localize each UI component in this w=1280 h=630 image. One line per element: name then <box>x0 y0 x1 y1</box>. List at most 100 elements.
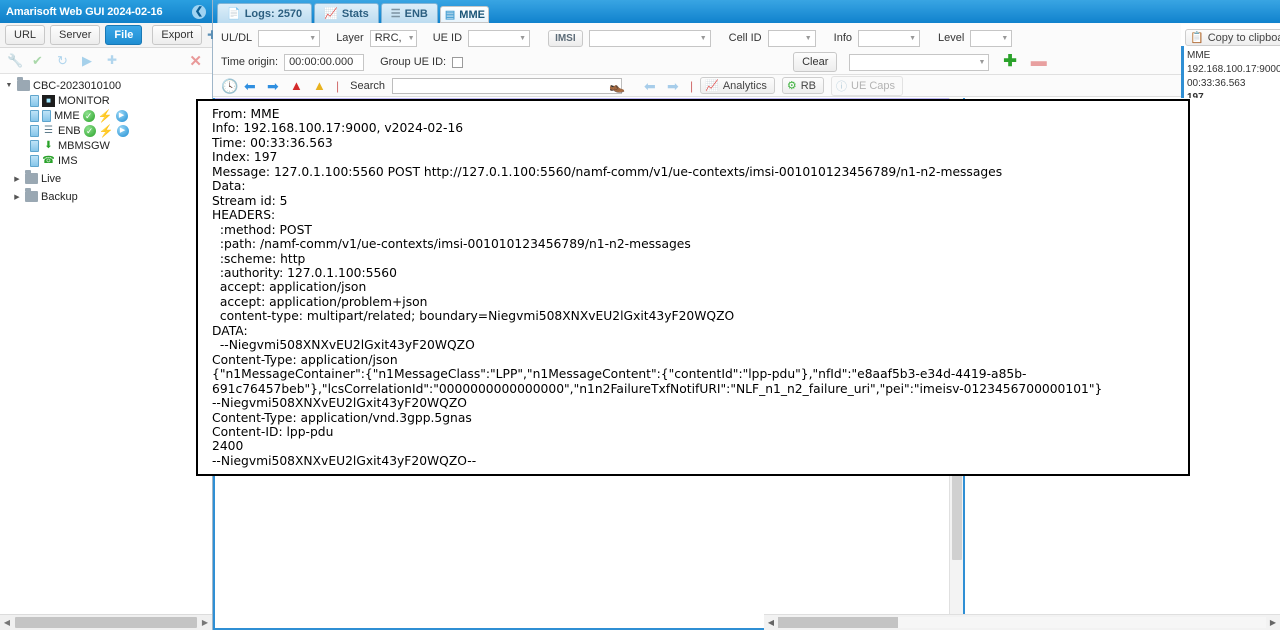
layer-label: Layer <box>336 32 364 44</box>
bar-chart-icon: 📈 <box>324 8 338 20</box>
phone-icon: ☎ <box>42 154 55 166</box>
clear-button[interactable]: Clear <box>793 52 838 72</box>
uldl-select[interactable]: ▼ <box>258 29 321 47</box>
bar-chart-icon: 📈 <box>705 80 719 92</box>
tab-bar: 📄 Logs: 2570 📈 Stats ☰ ENB ▤ MME <box>213 0 1280 23</box>
server-button[interactable]: Server <box>50 25 101 45</box>
ueid-select[interactable]: ▼ <box>468 29 531 47</box>
chevron-down-icon: ▼ <box>1001 34 1009 42</box>
copy-to-clipboard-button[interactable]: 📋 Copy to clipboard <box>1185 29 1280 46</box>
binoculars-icon[interactable]: 👞 <box>609 78 625 94</box>
puzzle-icon: ⚙ <box>786 80 797 92</box>
analytics-button[interactable]: 📈 Analytics <box>700 77 775 94</box>
preset-select[interactable]: ▼ <box>849 53 990 71</box>
scrollbar-track[interactable] <box>898 617 1266 628</box>
arrow-left-icon[interactable]: ⬅ <box>244 78 260 94</box>
tree-item-backup[interactable]: ▶ Backup <box>4 188 212 204</box>
scroll-right-icon[interactable]: ▶ <box>1266 618 1280 627</box>
status-play-icon[interactable]: ▶ <box>115 109 128 122</box>
status-ok-icon: ✓ <box>82 109 95 122</box>
tree-label: Backup <box>41 190 78 203</box>
scroll-left-icon[interactable]: ◀ <box>0 618 14 627</box>
add-preset-icon[interactable]: ✚ <box>1003 54 1016 70</box>
play-circle-icon[interactable]: ▶ <box>82 53 97 68</box>
arrow-right-icon[interactable]: ➡ <box>267 78 283 94</box>
info-label: Info <box>833 32 852 44</box>
tree-label: MBMSGW <box>58 139 110 152</box>
group-ueid-checkbox[interactable] <box>452 56 464 68</box>
info-line-1: 192.168.100.17:9000, v2024-02-16 <box>1187 64 1280 75</box>
tab-stats[interactable]: 📈 Stats <box>314 3 379 23</box>
collapse-sidebar-icon[interactable]: ❮ <box>192 4 206 19</box>
chevron-down-icon: ▼ <box>407 34 415 42</box>
tooltip-line: accept: application/problem+json <box>212 294 428 309</box>
server-icon <box>30 124 39 137</box>
cellid-label: Cell ID <box>728 32 762 44</box>
tree-item-enb[interactable]: ☰ ENB ✓ ⚡ ▶ <box>4 123 212 138</box>
file-button[interactable]: File <box>105 25 143 45</box>
monitor-icon: ■ <box>42 94 55 107</box>
imsi-select[interactable]: ▼ <box>588 29 711 47</box>
tooltip-line: --Niegvmi508XNXvEU2lGxit43yF20WQZO <box>212 396 467 411</box>
filter-row-1: UL/DL ▼ Layer RRC, ▼ UE ID ▼ IMSI ▼ Cell… <box>213 26 1280 50</box>
scroll-left-icon[interactable]: ◀ <box>764 618 778 627</box>
tooltip-line: HEADERS: <box>212 208 276 223</box>
ue-caps-button[interactable]: ⓘ UE Caps <box>831 75 904 96</box>
document-icon: 📄 <box>227 8 241 20</box>
detail-horizontal-scrollbar[interactable]: ◀ ▶ <box>764 614 1280 630</box>
rb-button[interactable]: ⚙ RB <box>781 77 824 94</box>
export-button[interactable]: Export <box>152 25 203 45</box>
divider: | <box>689 78 694 93</box>
status-bolt-icon: ⚡ <box>97 108 113 123</box>
tree-item-live[interactable]: ▶ Live <box>4 170 212 186</box>
status-bolt-icon: ⚡ <box>98 123 114 138</box>
check-circle-icon[interactable]: ✔ <box>32 53 47 68</box>
tab-mme[interactable]: ▤ MME <box>439 6 489 23</box>
ueid-label: UE ID <box>432 32 463 44</box>
layer-select[interactable]: RRC, ▼ <box>369 29 417 47</box>
search-next-icon[interactable]: ➡ <box>667 78 683 94</box>
tooltip-line: Data: <box>212 179 246 194</box>
chevron-down-icon: ▼ <box>804 34 812 42</box>
search-prev-icon[interactable]: ⬅ <box>644 78 660 94</box>
tree-item-cbc[interactable]: ▼ CBC-2023010100 <box>4 77 212 93</box>
time-origin-input[interactable] <box>284 53 365 71</box>
clock-icon[interactable]: 🕓 <box>221 78 238 94</box>
delete-icon[interactable]: ✕ <box>189 52 202 70</box>
app-title: Amarisoft Web GUI 2024-02-16 <box>6 5 163 18</box>
url-button[interactable]: URL <box>5 25 46 45</box>
status-play-icon[interactable]: ▶ <box>116 124 129 137</box>
search-label: Search <box>350 79 385 92</box>
action-bar: 🕓 ⬅ ➡ ▲ ▲ | Search 👞 ⬅ ➡ | 📈 Analytics ⚙… <box>213 75 1280 97</box>
expand-arrow-icon[interactable]: ▼ <box>4 82 14 89</box>
tree-item-monitor[interactable]: ■ MONITOR <box>4 93 212 108</box>
scrollbar-thumb[interactable] <box>778 617 898 628</box>
error-triangle-icon[interactable]: ▲ <box>290 78 306 94</box>
tab-enb[interactable]: ☰ ENB <box>380 3 438 23</box>
cellid-select[interactable]: ▼ <box>767 29 816 47</box>
add-icon[interactable]: ✚ <box>107 53 122 68</box>
tree-label: ENB <box>58 124 81 137</box>
remove-preset-icon[interactable]: ▬ <box>1031 54 1047 70</box>
info-select[interactable]: ▼ <box>858 29 920 47</box>
tree-label: MONITOR <box>58 94 110 107</box>
imsi-button[interactable]: IMSI <box>548 29 583 47</box>
tree-item-ims[interactable]: ☎ IMS <box>4 153 212 168</box>
search-input[interactable] <box>391 77 622 94</box>
wrench-icon[interactable]: 🔧 <box>7 53 23 68</box>
collapse-arrow-icon[interactable]: ▶ <box>12 193 22 201</box>
tab-label: MME <box>459 8 485 21</box>
sidebar-horizontal-scrollbar[interactable]: ◀ ▶ <box>0 614 212 630</box>
server-icon: ▤ <box>444 9 456 21</box>
tree-item-mme[interactable]: MME ✓ ⚡ ▶ <box>4 108 212 123</box>
scroll-right-icon[interactable]: ▶ <box>198 618 212 627</box>
analytics-label: Analytics <box>722 79 767 92</box>
level-select[interactable]: ▼ <box>970 29 1013 47</box>
scrollbar-thumb[interactable] <box>15 617 197 628</box>
tooltip-line: content-type: multipart/related; boundar… <box>212 309 735 324</box>
refresh-icon[interactable]: ↻ <box>57 53 72 68</box>
collapse-arrow-icon[interactable]: ▶ <box>12 175 22 183</box>
warning-triangle-icon[interactable]: ▲ <box>313 78 329 94</box>
tab-logs[interactable]: 📄 Logs: 2570 <box>217 3 313 23</box>
tree-item-mbmsgw[interactable]: ⬇ MBMSGW <box>4 138 212 153</box>
